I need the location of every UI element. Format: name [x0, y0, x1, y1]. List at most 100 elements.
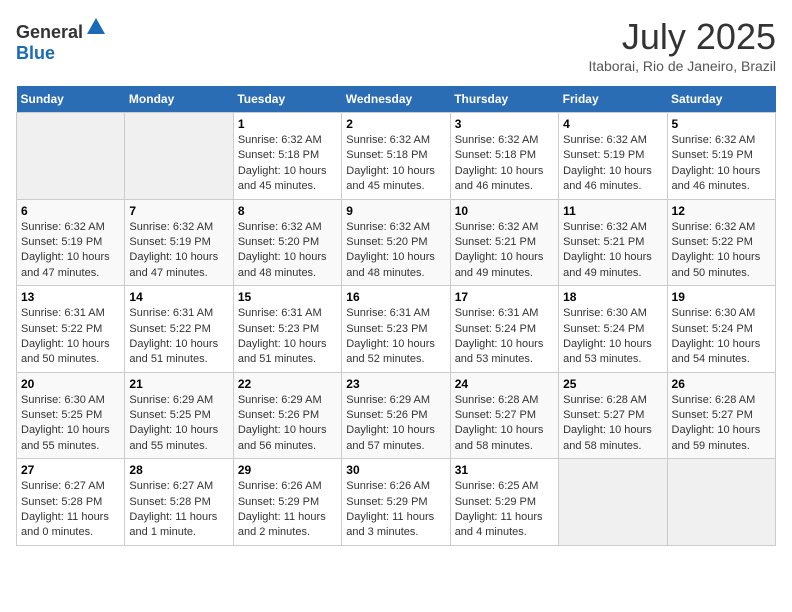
day-number: 7: [129, 204, 228, 218]
logo-general: General: [16, 22, 83, 42]
subtitle: Itaborai, Rio de Janeiro, Brazil: [588, 58, 776, 74]
day-number: 4: [563, 117, 662, 131]
calendar-cell: 7Sunrise: 6:32 AMSunset: 5:19 PMDaylight…: [125, 199, 233, 286]
calendar-cell: 8 Sunrise: 6:32 AMSunset: 5:20 PMDaylight…: [233, 199, 341, 286]
main-title: July 2025: [588, 16, 776, 58]
calendar-header-friday: Friday: [559, 86, 667, 113]
calendar-cell: [125, 113, 233, 200]
day-detail: Sunrise: 6:32 AMSunset: 5:20 PMDaylight:…: [346, 220, 445, 282]
calendar-cell: 2Sunrise: 6:32 AMSunset: 5:18 PMDaylight…: [342, 113, 450, 200]
day-number: 29: [238, 463, 337, 477]
day-detail: Sunrise: 6:29 AMSunset: 5:25 PMDaylight:…: [129, 393, 228, 455]
day-number: 20: [21, 377, 120, 391]
calendar-cell: [17, 113, 125, 200]
day-detail: Sunrise: 6:28 AMSunset: 5:27 PMDaylight:…: [563, 393, 662, 455]
calendar-header-sunday: Sunday: [17, 86, 125, 113]
day-number: 23: [346, 377, 445, 391]
day-detail: Sunrise: 6:26 AMSunset: 5:29 PMDaylight:…: [238, 479, 337, 541]
calendar-cell: 18 Sunrise: 6:30 AMSunset: 5:24 PMDayligh…: [559, 286, 667, 373]
calendar-cell: 26Sunrise: 6:28 AMSunset: 5:27 PMDayligh…: [667, 372, 775, 459]
day-number: 25: [563, 377, 662, 391]
day-detail: Sunrise: 6:31 AMSunset: 5:22 PMDaylight:…: [129, 306, 228, 368]
day-number: 30: [346, 463, 445, 477]
page-header: General Blue July 2025 Itaborai, Rio de …: [16, 16, 776, 74]
calendar-cell: 29 Sunrise: 6:26 AMSunset: 5:29 PMDayligh…: [233, 459, 341, 546]
day-number: 18: [563, 290, 662, 304]
calendar-table: SundayMondayTuesdayWednesdayThursdayFrid…: [16, 86, 776, 546]
day-detail: Sunrise: 6:27 AMSunset: 5:28 PMDaylight:…: [129, 479, 228, 541]
day-number: 16: [346, 290, 445, 304]
calendar-cell: 19 Sunrise: 6:30 AMSunset: 5:24 PMDayligh…: [667, 286, 775, 373]
calendar-cell: 24 Sunrise: 6:28 AMSunset: 5:27 PMDayligh…: [450, 372, 558, 459]
day-number: 11: [563, 204, 662, 218]
day-number: 8: [238, 204, 337, 218]
calendar-cell: 23Sunrise: 6:29 AMSunset: 5:26 PMDayligh…: [342, 372, 450, 459]
day-number: 27: [21, 463, 120, 477]
logo-text: General Blue: [16, 16, 107, 64]
calendar-cell: 25 Sunrise: 6:28 AMSunset: 5:27 PMDayligh…: [559, 372, 667, 459]
day-detail: Sunrise: 6:31 AMSunset: 5:23 PMDaylight:…: [346, 306, 445, 368]
day-detail: Sunrise: 6:32 AMSunset: 5:19 PMDaylight:…: [21, 220, 120, 282]
day-detail: Sunrise: 6:30 AMSunset: 5:25 PMDaylight:…: [21, 393, 120, 455]
calendar-cell: 30 Sunrise: 6:26 AMSunset: 5:29 PMDayligh…: [342, 459, 450, 546]
day-number: 14: [129, 290, 228, 304]
day-detail: Sunrise: 6:31 AMSunset: 5:23 PMDaylight:…: [238, 306, 337, 368]
calendar-cell: 12 Sunrise: 6:32 AMSunset: 5:22 PMDayligh…: [667, 199, 775, 286]
calendar-week-4: 20 Sunrise: 6:30 AMSunset: 5:25 PMDayligh…: [17, 372, 776, 459]
day-number: 13: [21, 290, 120, 304]
day-number: 3: [455, 117, 554, 131]
day-number: 24: [455, 377, 554, 391]
day-detail: Sunrise: 6:30 AMSunset: 5:24 PMDaylight:…: [563, 306, 662, 368]
calendar-cell: 10 Sunrise: 6:32 AMSunset: 5:21 PMDayligh…: [450, 199, 558, 286]
day-number: 19: [672, 290, 771, 304]
day-detail: Sunrise: 6:32 AMSunset: 5:21 PMDaylight:…: [455, 220, 554, 282]
day-number: 12: [672, 204, 771, 218]
calendar-cell: 4 Sunrise: 6:32 AMSunset: 5:19 PMDaylight…: [559, 113, 667, 200]
calendar-cell: 14 Sunrise: 6:31 AMSunset: 5:22 PMDayligh…: [125, 286, 233, 373]
calendar-cell: 15 Sunrise: 6:31 AMSunset: 5:23 PMDayligh…: [233, 286, 341, 373]
logo-icon: [85, 16, 107, 38]
day-detail: Sunrise: 6:32 AMSunset: 5:20 PMDaylight:…: [238, 220, 337, 282]
calendar-cell: 31 Sunrise: 6:25 AMSunset: 5:29 PMDayligh…: [450, 459, 558, 546]
day-number: 9: [346, 204, 445, 218]
logo: General Blue: [16, 16, 107, 64]
calendar-header-tuesday: Tuesday: [233, 86, 341, 113]
day-detail: Sunrise: 6:26 AMSunset: 5:29 PMDaylight:…: [346, 479, 445, 541]
calendar-week-2: 6 Sunrise: 6:32 AMSunset: 5:19 PMDaylight…: [17, 199, 776, 286]
calendar-header-wednesday: Wednesday: [342, 86, 450, 113]
day-detail: Sunrise: 6:32 AMSunset: 5:18 PMDaylight:…: [455, 133, 554, 195]
calendar-cell: 1 Sunrise: 6:32 AMSunset: 5:18 PMDaylight…: [233, 113, 341, 200]
day-detail: Sunrise: 6:31 AMSunset: 5:24 PMDaylight:…: [455, 306, 554, 368]
day-number: 28: [129, 463, 228, 477]
calendar-cell: 13 Sunrise: 6:31 AMSunset: 5:22 PMDayligh…: [17, 286, 125, 373]
day-number: 31: [455, 463, 554, 477]
calendar-cell: 20 Sunrise: 6:30 AMSunset: 5:25 PMDayligh…: [17, 372, 125, 459]
calendar-week-3: 13 Sunrise: 6:31 AMSunset: 5:22 PMDayligh…: [17, 286, 776, 373]
day-detail: Sunrise: 6:29 AMSunset: 5:26 PMDaylight:…: [238, 393, 337, 455]
day-number: 10: [455, 204, 554, 218]
day-detail: Sunrise: 6:32 AMSunset: 5:21 PMDaylight:…: [563, 220, 662, 282]
logo-blue: Blue: [16, 43, 55, 63]
day-number: 17: [455, 290, 554, 304]
calendar-cell: 11 Sunrise: 6:32 AMSunset: 5:21 PMDayligh…: [559, 199, 667, 286]
day-number: 6: [21, 204, 120, 218]
day-number: 26: [672, 377, 771, 391]
day-number: 15: [238, 290, 337, 304]
day-number: 5: [672, 117, 771, 131]
day-detail: Sunrise: 6:25 AMSunset: 5:29 PMDaylight:…: [455, 479, 554, 541]
day-detail: Sunrise: 6:32 AMSunset: 5:19 PMDaylight:…: [563, 133, 662, 195]
calendar-header-monday: Monday: [125, 86, 233, 113]
day-number: 21: [129, 377, 228, 391]
calendar-cell: 9 Sunrise: 6:32 AMSunset: 5:20 PMDaylight…: [342, 199, 450, 286]
day-detail: Sunrise: 6:31 AMSunset: 5:22 PMDaylight:…: [21, 306, 120, 368]
day-number: 1: [238, 117, 337, 131]
day-detail: Sunrise: 6:28 AMSunset: 5:27 PMDaylight:…: [455, 393, 554, 455]
day-detail: Sunrise: 6:32 AMSunset: 5:18 PMDaylight:…: [238, 133, 337, 195]
day-detail: Sunrise: 6:30 AMSunset: 5:24 PMDaylight:…: [672, 306, 771, 368]
title-block: July 2025 Itaborai, Rio de Janeiro, Braz…: [588, 16, 776, 74]
day-detail: Sunrise: 6:32 AMSunset: 5:22 PMDaylight:…: [672, 220, 771, 282]
calendar-week-1: 1 Sunrise: 6:32 AMSunset: 5:18 PMDaylight…: [17, 113, 776, 200]
calendar-cell: 28 Sunrise: 6:27 AMSunset: 5:28 PMDayligh…: [125, 459, 233, 546]
calendar-week-5: 27 Sunrise: 6:27 AMSunset: 5:28 PMDayligh…: [17, 459, 776, 546]
calendar-header-thursday: Thursday: [450, 86, 558, 113]
